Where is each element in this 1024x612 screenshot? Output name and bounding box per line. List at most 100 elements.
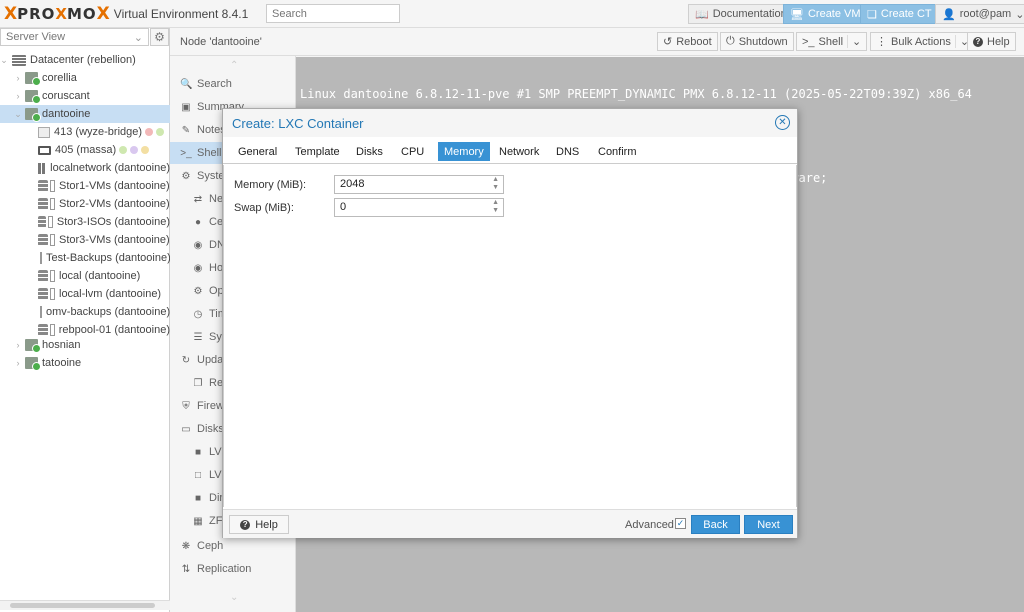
- gear-icon: ⚙: [193, 285, 203, 297]
- menu-item-search[interactable]: 🔍 Search: [170, 73, 296, 95]
- search-icon: 🔍: [180, 78, 193, 90]
- tree-item-ct-413[interactable]: 413 (wyze-bridge): [0, 123, 170, 141]
- storage-icon: [48, 216, 53, 228]
- tree-item-localnetwork[interactable]: localnetwork (dantooine): [0, 159, 170, 177]
- retweet-icon: ⇅: [181, 563, 191, 575]
- expand-icon[interactable]: ›: [14, 91, 22, 101]
- tree-item-storage[interactable]: local-lvm (dantooine): [0, 285, 170, 303]
- storage-icon: [40, 306, 42, 318]
- chevron-down-icon: ⌄: [847, 35, 861, 48]
- storage-icon: [50, 198, 55, 210]
- node-help-button[interactable]: ? Help: [967, 32, 1016, 51]
- shutdown-button[interactable]: ⏻ Shutdown: [720, 32, 794, 51]
- exchange-icon: ⇄: [193, 193, 203, 205]
- create-vm-button[interactable]: 🖥 Create VM: [783, 4, 868, 24]
- tree-item-hosnian[interactable]: › hosnian: [0, 336, 170, 354]
- tab-cpu[interactable]: CPU: [395, 142, 430, 161]
- certificate-icon: ●: [194, 216, 202, 228]
- node-online-icon: [25, 339, 41, 353]
- tab-template[interactable]: Template: [289, 142, 346, 161]
- server-view-select[interactable]: Server View ⌄: [0, 28, 149, 46]
- user-icon: 👤: [942, 8, 956, 21]
- tag-dot: [156, 128, 165, 136]
- spinner-icon[interactable]: ▲ ▼: [492, 199, 499, 215]
- tab-network[interactable]: Network: [493, 142, 545, 161]
- expand-icon[interactable]: ›: [14, 340, 22, 350]
- expand-icon[interactable]: ›: [14, 73, 22, 83]
- folder-icon: ■: [194, 492, 202, 504]
- tree-item-storage[interactable]: local (dantooine): [0, 267, 170, 285]
- storage-icon: [50, 180, 55, 192]
- tree-item-tatooine[interactable]: › tatooine: [0, 354, 170, 372]
- tree-item-datacenter[interactable]: ⌄ Datacenter (rebellion): [0, 51, 170, 69]
- scrollbar-thumb[interactable]: [10, 603, 155, 608]
- expand-icon[interactable]: ›: [14, 358, 22, 368]
- bulk-actions-button[interactable]: ⋮ Bulk Actions ⌄: [870, 32, 976, 51]
- files-icon: ❐: [193, 377, 203, 389]
- tree-settings-button[interactable]: ⚙: [150, 28, 169, 46]
- swap-input[interactable]: 0 ▲ ▼: [334, 198, 504, 217]
- book-icon: 📖: [695, 8, 709, 21]
- tree-item-vm-405[interactable]: 405 (massa): [0, 141, 170, 159]
- wizard-tabs: General Template Disks CPU Memory Networ…: [223, 140, 797, 164]
- notes-icon: ✎: [181, 124, 191, 136]
- tree-item-storage[interactable]: Stor1-VMs (dantooine): [0, 177, 170, 195]
- next-button[interactable]: Next: [744, 515, 793, 534]
- spinner-icon[interactable]: ▲ ▼: [492, 176, 499, 192]
- tag-dot: [145, 128, 154, 136]
- tree-item-storage[interactable]: Stor2-VMs (dantooine): [0, 195, 170, 213]
- chevron-down-icon: ⌄: [133, 32, 143, 44]
- memory-input[interactable]: 2048 ▲ ▼: [334, 175, 504, 194]
- tree-item-dantooine[interactable]: ⌄ dantooine: [0, 105, 170, 123]
- close-button[interactable]: ✕: [775, 115, 790, 130]
- node-title: Node 'dantooine': [180, 36, 262, 48]
- terminal-icon: >_: [180, 147, 192, 159]
- proxmox-logo: X PRO X MO X Virtual Environment 8.4.1: [4, 4, 249, 24]
- tree-item-corellia[interactable]: › corellia: [0, 69, 170, 87]
- create-ct-button[interactable]: ❏ Create CT: [860, 4, 939, 24]
- version-label: Virtual Environment 8.4.1: [113, 7, 249, 21]
- help-button[interactable]: ? Help: [229, 515, 289, 534]
- back-button[interactable]: Back: [691, 515, 740, 534]
- power-icon: ⏻: [726, 35, 735, 47]
- tab-confirm[interactable]: Confirm: [592, 142, 643, 161]
- tag-dot: [130, 146, 139, 154]
- close-icon: ✕: [778, 117, 787, 128]
- chevron-down-icon[interactable]: ⌄: [230, 592, 238, 603]
- collapse-icon[interactable]: ⌄: [14, 109, 22, 120]
- dialog-header: Create: LXC Container ✕: [223, 109, 797, 137]
- tab-memory[interactable]: Memory: [438, 142, 490, 161]
- dialog-title: Create: LXC Container: [232, 116, 364, 131]
- dialog-body: Memory (MiB): 2048 ▲ ▼ Swap (MiB): 0 ▲ ▼: [223, 165, 797, 507]
- storage-icon: [49, 324, 55, 336]
- sdn-zone-icon: [38, 162, 47, 174]
- memory-label: Memory (MiB):: [234, 179, 307, 191]
- th-large-icon: ▦: [193, 515, 203, 527]
- storage-icon: [38, 216, 47, 228]
- square-icon: ■: [194, 446, 202, 458]
- tab-general[interactable]: General: [232, 142, 283, 161]
- tree-item-storage[interactable]: Stor3-VMs (dantooine): [0, 231, 170, 249]
- hdd-icon: ▭: [181, 423, 191, 435]
- tab-dns[interactable]: DNS: [550, 142, 585, 161]
- documentation-button[interactable]: 📖 Documentation: [688, 4, 794, 24]
- globe-icon: ◉: [193, 262, 203, 274]
- node-online-icon: [25, 72, 41, 86]
- square-outline-icon: □: [194, 469, 202, 481]
- tag-dot: [119, 146, 128, 154]
- menu-item-replication[interactable]: ⇅ Replication: [170, 558, 296, 580]
- advanced-checkbox[interactable]: ✓: [675, 518, 686, 529]
- reboot-button[interactable]: ↺ Reboot: [657, 32, 718, 51]
- global-search-input[interactable]: [266, 4, 400, 23]
- tree-item-storage[interactable]: omv-backups (dantooine): [0, 303, 170, 321]
- tab-disks[interactable]: Disks: [350, 142, 389, 161]
- user-menu-button[interactable]: 👤 root@pam ⌄: [935, 4, 1024, 24]
- shell-button[interactable]: >_ Shell ⌄: [796, 32, 868, 51]
- tree-item-storage[interactable]: Stor3-ISOs (dantooine): [0, 213, 170, 231]
- tree-item-coruscant[interactable]: › coruscant: [0, 87, 170, 105]
- tree-horizontal-scrollbar[interactable]: [0, 600, 170, 610]
- menu-item-ceph[interactable]: ❋ Ceph: [170, 535, 296, 557]
- chevron-up-icon[interactable]: ⌃: [230, 60, 238, 71]
- expand-icon[interactable]: ⌄: [0, 55, 8, 66]
- tree-item-storage[interactable]: Test-Backups (dantooine): [0, 249, 170, 267]
